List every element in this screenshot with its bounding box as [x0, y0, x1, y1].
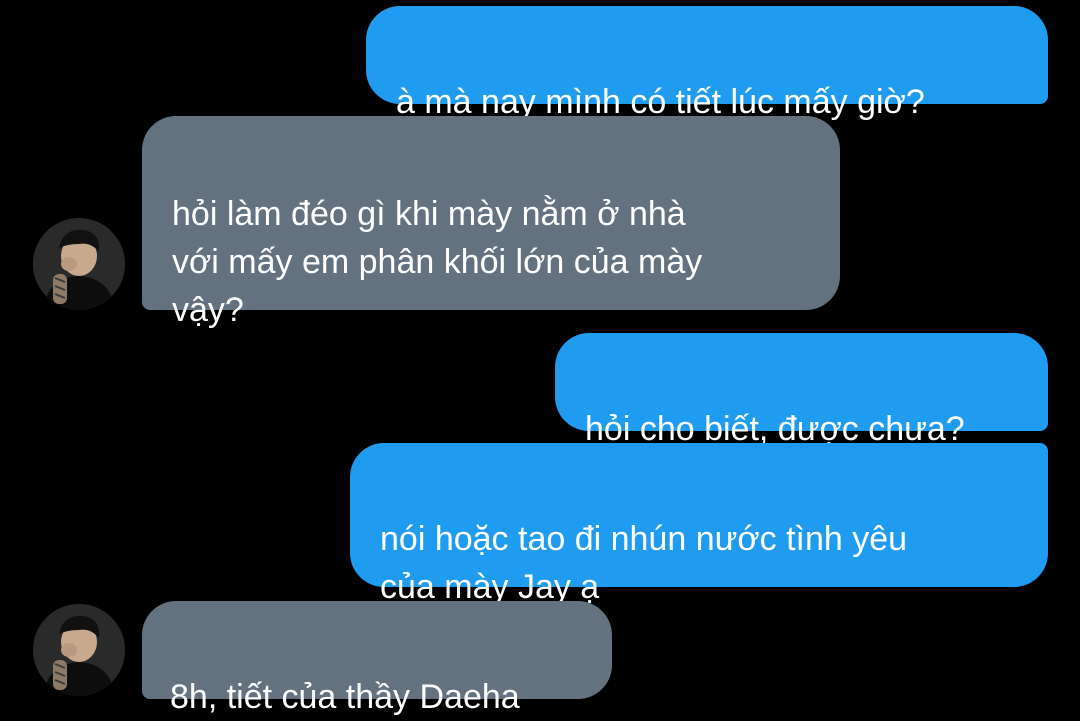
message-bubble-incoming[interactable]: 8h, tiết của thầy Daeha [142, 601, 612, 716]
message-bubble-outgoing[interactable]: nói hoặc tao đi nhún nước tình yêu của m… [350, 443, 1048, 606]
message-text: nói hoặc tao đi nhún nước tình yêu của m… [380, 520, 908, 606]
contact-avatar[interactable] [33, 604, 125, 696]
message-text: 8h, tiết của thầy Daeha [170, 678, 520, 716]
message-bubble-outgoing[interactable]: à mà nay mình có tiết lúc mấy giờ? [366, 6, 1048, 121]
contact-avatar[interactable] [33, 218, 125, 310]
avatar-photo-icon [33, 218, 125, 310]
message-bubble-incoming[interactable]: hỏi làm đéo gì khi mày nằm ở nhà với mấy… [142, 116, 840, 329]
message-bubble-outgoing[interactable]: hỏi cho biết, được chưa? [555, 333, 1048, 448]
avatar-photo-icon [33, 604, 125, 696]
message-text: hỏi làm đéo gì khi mày nằm ở nhà với mấy… [172, 195, 703, 329]
